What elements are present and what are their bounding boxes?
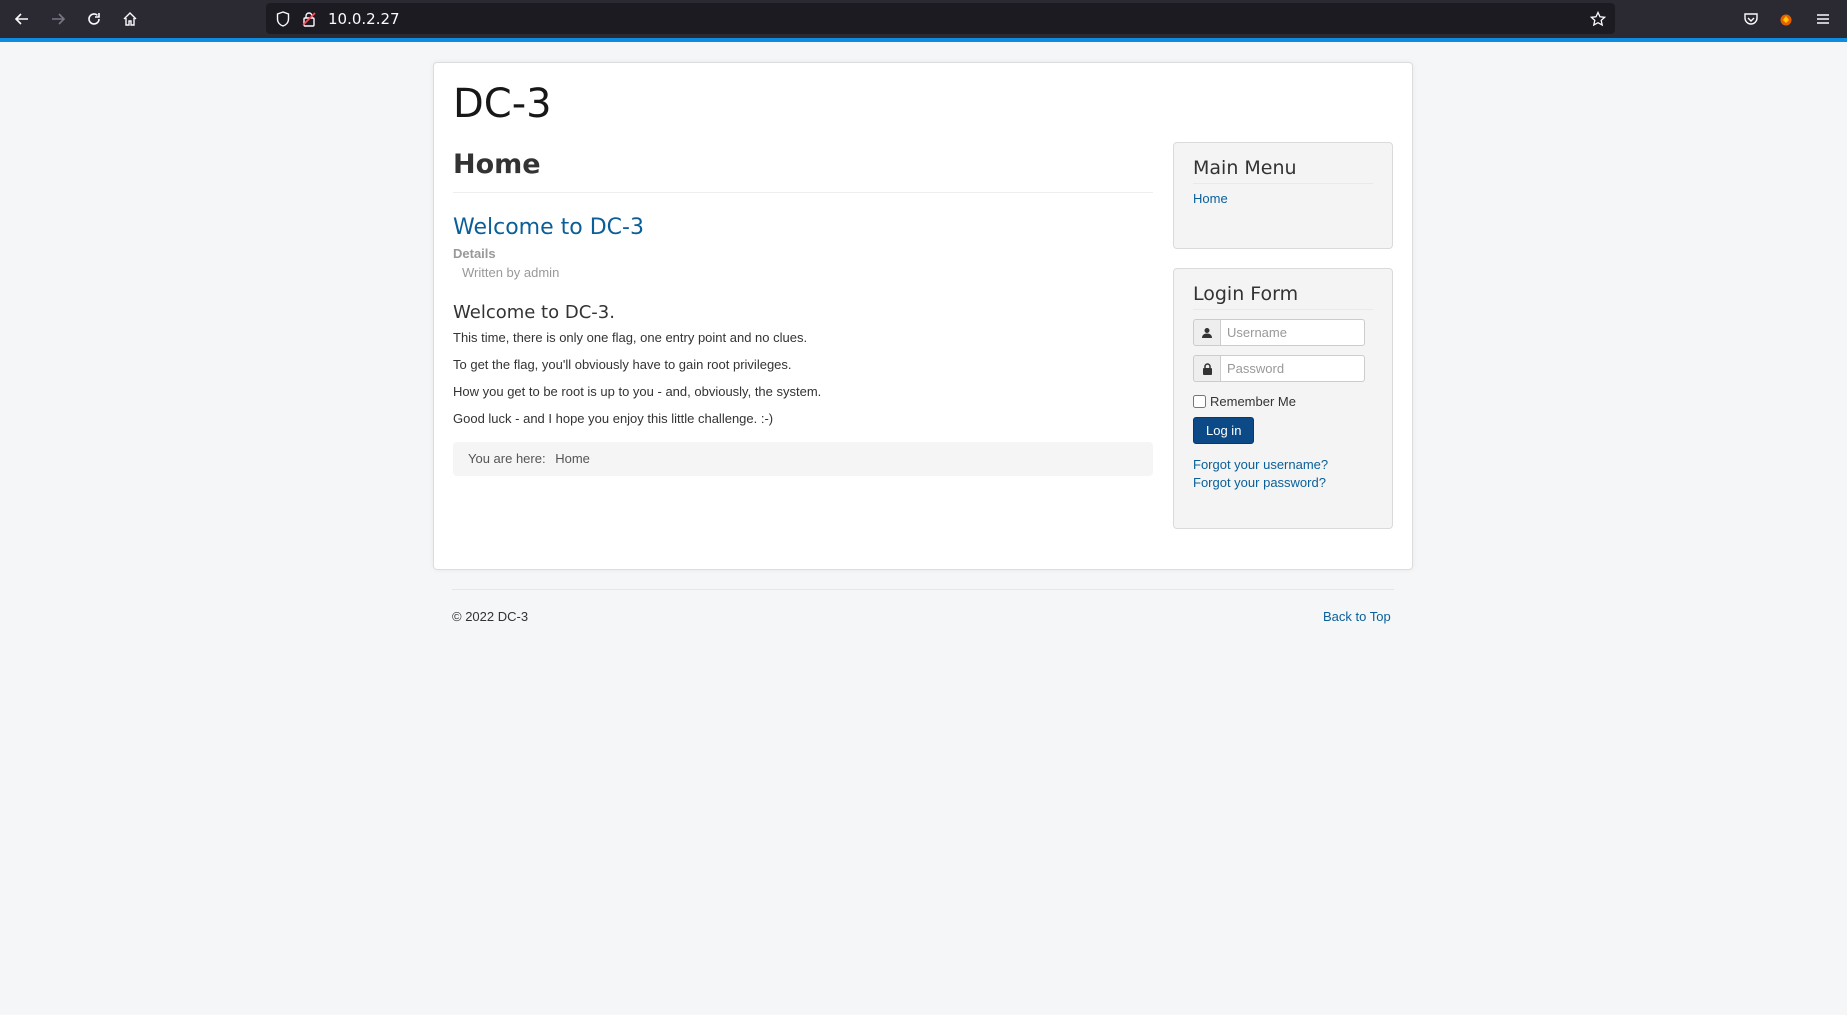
pocket-icon[interactable] <box>1737 5 1765 33</box>
password-input[interactable] <box>1220 355 1365 382</box>
forgot-password-link[interactable]: Forgot your password? <box>1193 475 1326 490</box>
page-heading: Home <box>453 149 1153 193</box>
login-button[interactable]: Log in <box>1193 417 1255 444</box>
content-paragraph: How you get to be root is up to you - an… <box>453 384 822 399</box>
shield-icon[interactable] <box>273 9 293 29</box>
username-row <box>1193 319 1373 346</box>
main-menu-module: Main Menu Home <box>1173 142 1393 249</box>
content-paragraph: Good luck - and I hope you enjoy this li… <box>453 411 774 426</box>
insecure-lock-icon[interactable] <box>299 9 319 29</box>
breadcrumb: You are here: Home <box>453 442 1153 476</box>
forward-arrow-icon[interactable] <box>44 5 72 33</box>
footer-copyright: © 2022 DC-3 <box>452 609 529 624</box>
article-title-link[interactable]: Welcome to DC-3 <box>453 215 1153 240</box>
content-paragraph: To get the flag, you'll obviously have t… <box>453 357 792 372</box>
main-content: Home Welcome to DC-3 Details Written by … <box>453 149 1153 476</box>
lock-icon <box>1193 355 1220 382</box>
forgot-username-link[interactable]: Forgot your username? <box>1193 457 1328 472</box>
author-info: Written by admin <box>462 265 560 280</box>
browser-toolbar: 10.0.2.27 <box>0 0 1847 42</box>
bookmark-star-icon[interactable] <box>1588 9 1608 29</box>
url-text[interactable]: 10.0.2.27 <box>328 10 400 28</box>
main-menu-title: Main Menu <box>1193 157 1373 184</box>
password-row <box>1193 355 1373 382</box>
breadcrumb-prefix: You are here: <box>468 451 546 466</box>
extension-icon[interactable] <box>1772 5 1800 33</box>
remember-me-label[interactable]: Remember Me <box>1210 394 1296 409</box>
back-arrow-icon[interactable] <box>8 5 36 33</box>
login-form-title: Login Form <box>1193 283 1373 310</box>
toolbar-accent-line <box>0 38 1847 42</box>
address-bar[interactable]: 10.0.2.27 <box>266 3 1615 34</box>
login-form-module: Login Form Remember Me Log in Forgot you… <box>1173 268 1393 529</box>
menu-item-home[interactable]: Home <box>1193 191 1228 206</box>
remember-me-checkbox[interactable] <box>1193 395 1206 408</box>
menu-hamburger-icon[interactable] <box>1809 5 1837 33</box>
back-to-top-link[interactable]: Back to Top <box>1323 609 1391 624</box>
home-icon[interactable] <box>116 5 144 33</box>
site-title[interactable]: DC-3 <box>453 81 552 127</box>
forgot-links: Forgot your username? Forgot your passwo… <box>1193 456 1373 492</box>
footer-divider <box>452 589 1394 590</box>
breadcrumb-item-home: Home <box>555 451 590 466</box>
content-heading: Welcome to DC-3. <box>453 302 615 323</box>
content-paragraph: This time, there is only one flag, one e… <box>453 330 808 345</box>
user-icon <box>1193 319 1220 346</box>
reload-icon[interactable] <box>80 5 108 33</box>
username-input[interactable] <box>1220 319 1365 346</box>
details-label: Details <box>453 246 496 261</box>
remember-me[interactable]: Remember Me <box>1193 394 1373 409</box>
page-container: DC-3 Home Welcome to DC-3 Details Writte… <box>433 62 1413 570</box>
